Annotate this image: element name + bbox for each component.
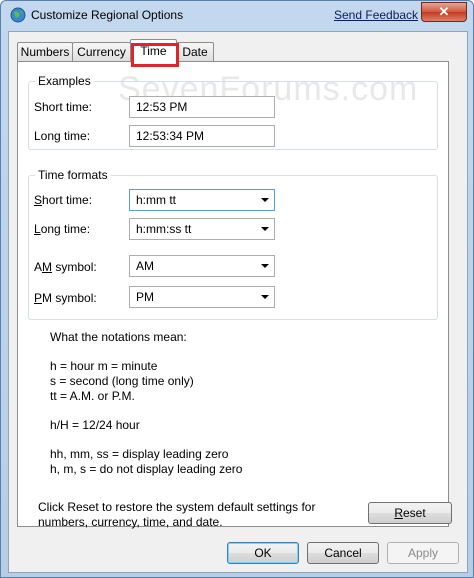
examples-group: Examples Short time: 12:53 PM Long time:… — [28, 74, 438, 150]
notation-line: h = hour m = minute — [50, 359, 158, 373]
short-time-format-select[interactable]: h:mm tt — [129, 189, 275, 211]
long-time-format-select[interactable]: h:mm:ss tt — [129, 218, 275, 240]
examples-group-label: Examples — [35, 74, 94, 88]
short-time-label-key: S — [34, 193, 43, 207]
notation-line: s = second (long time only) — [50, 374, 194, 388]
tab-numbers[interactable]: Numbers — [17, 42, 73, 61]
am-label-key: M — [42, 260, 53, 274]
chevron-down-icon — [261, 264, 269, 268]
send-feedback-link[interactable]: Send Feedback — [334, 8, 418, 22]
tab-date[interactable]: Date — [176, 42, 214, 61]
notation-line: h, m, s = do not display leading zero — [50, 462, 243, 476]
am-symbol-value: AM — [136, 259, 154, 273]
reset-button[interactable]: Reset — [368, 502, 452, 524]
long-time-format-label: Long time: — [34, 222, 90, 236]
short-time-format-value: h:mm tt — [136, 193, 177, 207]
am-symbol-label: AM symbol: — [34, 260, 97, 274]
notations-heading: What the notations mean: — [50, 330, 187, 344]
long-time-label-post: ong time: — [40, 222, 91, 236]
example-short-time-value: 12:53 PM — [129, 96, 275, 118]
tab-currency[interactable]: Currency — [72, 42, 131, 61]
notation-line: tt = A.M. or P.M. — [50, 389, 135, 403]
example-short-time-label: Short time: — [34, 100, 93, 114]
tab-highlight-box — [131, 43, 179, 67]
window-title: Customize Regional Options — [31, 8, 184, 22]
am-label-pre: A — [34, 260, 43, 274]
short-time-format-label: Short time: — [34, 193, 92, 207]
chevron-down-icon — [261, 295, 269, 299]
long-time-format-value: h:mm:ss tt — [136, 222, 192, 236]
am-label-post: symbol: — [52, 260, 97, 274]
chevron-down-icon — [261, 198, 269, 202]
pm-symbol-value: PM — [136, 290, 154, 304]
pm-label-post: M symbol: — [42, 291, 97, 305]
close-icon: ✕ — [438, 4, 450, 19]
close-button[interactable]: ✕ — [421, 2, 467, 22]
am-symbol-select[interactable]: AM — [129, 255, 275, 277]
time-formats-group: Time formats Short time: h:mm tt Long ti… — [28, 168, 438, 320]
pm-symbol-select[interactable]: PM — [129, 286, 275, 308]
globe-icon — [10, 7, 26, 23]
dialog-client-area: Numbers Currency Time Date SevenForums.c… — [8, 31, 468, 573]
title-bar[interactable]: Customize Regional Options Send Feedback… — [1, 1, 473, 31]
example-long-time-value: 12:53:34 PM — [129, 125, 275, 147]
pm-label-key: P — [34, 291, 43, 305]
reset-button-rest: eset — [402, 506, 426, 520]
time-tab-panel: SevenForums.com Examples Short time: 12:… — [17, 61, 452, 529]
reset-button-key: R — [394, 506, 403, 520]
reset-description-line: numbers, currency, time, and date. — [38, 515, 223, 529]
short-time-label-post: hort time: — [42, 193, 93, 207]
example-long-time-label: Long time: — [34, 129, 91, 143]
time-formats-group-label: Time formats — [35, 168, 111, 182]
long-time-label-key: L — [34, 222, 41, 236]
regional-options-window: Customize Regional Options Send Feedback… — [0, 0, 474, 578]
cancel-button[interactable]: Cancel — [307, 542, 379, 564]
apply-button[interactable]: Apply — [387, 542, 459, 564]
chevron-down-icon — [261, 227, 269, 231]
notation-line: hh, mm, ss = display leading zero — [50, 447, 229, 461]
reset-description-line: Click Reset to restore the system defaul… — [38, 500, 316, 514]
notation-line: h/H = 12/24 hour — [50, 418, 140, 432]
pm-symbol-label: PM symbol: — [34, 291, 97, 305]
ok-button[interactable]: OK — [227, 542, 299, 564]
